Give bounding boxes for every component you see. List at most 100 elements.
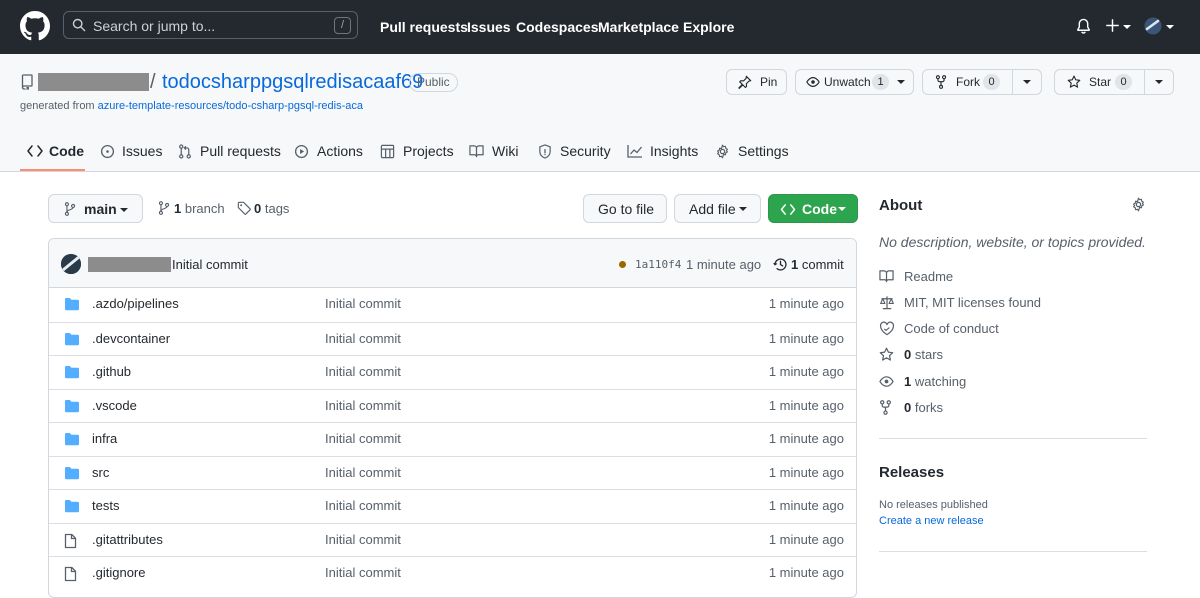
star-chevron-down-icon[interactable] — [1155, 80, 1163, 84]
file-commit-message-link[interactable]: Initial commit — [325, 532, 401, 547]
file-commit-message-link[interactable]: Initial commit — [325, 398, 401, 413]
file-row[interactable]: .devcontainer Initial commit 1 minute ago — [49, 321, 856, 355]
folder-icon — [64, 432, 80, 446]
template-link[interactable]: azure-template-resources/todo-csharp-pgs… — [98, 100, 363, 112]
tab-insights-label: Insights — [650, 143, 699, 159]
file-row[interactable]: .gitignore Initial commit 1 minute ago — [49, 556, 856, 589]
unwatch-button[interactable]: Unwatch 1 — [795, 69, 914, 95]
stars-label: stars — [914, 347, 944, 362]
latest-commit-bar: Initial commit 1a110f4 1 minute ago 1 co… — [49, 239, 856, 288]
tab-issues-label: Issues — [122, 143, 163, 159]
file-name-link[interactable]: src — [92, 465, 109, 480]
tab-pull-requests-label: Pull requests — [200, 143, 281, 159]
github-logo-icon[interactable] — [20, 11, 50, 41]
file-row[interactable]: .vscode Initial commit 1 minute ago — [49, 388, 856, 422]
avatar-menu-chevron-icon[interactable] — [1166, 25, 1174, 29]
fork-label: Fork — [956, 75, 980, 89]
file-row[interactable]: .azdo/pipelines Initial commit 1 minute ag… — [49, 288, 856, 321]
stars-count: 0 — [904, 347, 912, 362]
file-row[interactable]: .github Initial commit 1 minute ago — [49, 355, 856, 388]
tab-pull-requests[interactable]: Pull requests — [178, 142, 281, 172]
tab-wiki-label: Wiki — [492, 143, 519, 159]
commit-count: 1 — [791, 257, 799, 272]
go-to-file-button[interactable]: Go to file — [583, 194, 667, 223]
no-releases-text: No releases published — [879, 499, 988, 511]
commit-message[interactable]: Initial commit — [172, 257, 248, 272]
file-row[interactable]: .gitattributes Initial commit 1 minute ago — [49, 522, 856, 556]
table-icon — [380, 144, 395, 159]
book-icon — [879, 269, 894, 283]
license-label: MIT, MIT licenses found — [904, 295, 1042, 310]
file-name-link[interactable]: .azdo/pipelines — [92, 296, 179, 311]
avatar[interactable] — [1144, 17, 1162, 35]
watching-count: 1 — [904, 374, 912, 389]
commit-sha[interactable]: 1a110f4 — [635, 258, 681, 271]
play-icon — [294, 144, 309, 159]
star-button[interactable]: Star 0 — [1055, 70, 1143, 94]
author-name-redacted[interactable] — [88, 257, 171, 272]
file-row[interactable]: tests Initial commit 1 minute ago — [49, 489, 856, 522]
nav-codespaces[interactable]: Codespaces — [516, 18, 598, 36]
fork-button[interactable]: Fork 0 — [923, 70, 1011, 94]
nav-pull-requests[interactable]: Pull requests — [380, 18, 468, 36]
search-input[interactable]: Search or jump to... / — [63, 11, 358, 39]
book-icon — [469, 144, 484, 158]
fork-icon — [935, 75, 947, 89]
code-icon — [780, 203, 796, 216]
owner-name-redacted[interactable] — [38, 73, 149, 91]
unwatch-label: Unwatch — [824, 75, 871, 89]
plus-icon[interactable] — [1106, 19, 1119, 32]
create-release-link[interactable]: Create a new release — [879, 515, 984, 527]
file-name-link[interactable]: .devcontainer — [92, 331, 170, 346]
file-commit-message-link[interactable]: Initial commit — [325, 498, 401, 513]
tab-insights[interactable]: Insights — [627, 142, 699, 172]
author-avatar[interactable] — [61, 254, 81, 274]
tab-actions[interactable]: Actions — [294, 142, 363, 172]
star-divider — [1144, 70, 1145, 94]
gear-icon — [715, 144, 730, 159]
code-download-button[interactable]: Code — [768, 194, 858, 223]
git-branch-icon — [158, 201, 170, 215]
nav-marketplace[interactable]: Marketplace — [598, 18, 679, 36]
branch-selector[interactable]: main — [48, 194, 143, 223]
file-commit-message-link[interactable]: Initial commit — [325, 331, 401, 346]
add-file-chevron-down-icon — [739, 207, 747, 211]
folder-icon — [64, 399, 80, 413]
tab-code[interactable]: Code — [27, 142, 84, 172]
file-commit-time: 1 minute ago — [768, 364, 844, 379]
pin-button[interactable]: Pin — [726, 69, 787, 95]
add-file-button[interactable]: Add file — [674, 194, 761, 223]
file-commit-time: 1 minute ago — [768, 330, 844, 346]
file-commit-message-link[interactable]: Initial commit — [325, 431, 401, 446]
nav-issues[interactable]: Issues — [467, 18, 511, 36]
file-name-link[interactable]: .vscode — [92, 398, 137, 413]
commit-status-dot[interactable] — [619, 261, 626, 268]
visibility-badge: Public — [409, 73, 458, 92]
tab-security[interactable]: Security — [538, 142, 611, 172]
about-gear-icon[interactable] — [1131, 197, 1146, 212]
tab-projects[interactable]: Projects — [380, 142, 454, 172]
unwatch-chevron-down-icon — [897, 80, 905, 84]
file-row[interactable]: src Initial commit 1 minute ago — [49, 455, 856, 489]
file-name-link[interactable]: .github — [92, 364, 131, 379]
tab-issues[interactable]: Issues — [100, 142, 162, 172]
fork-chevron-down-icon[interactable] — [1023, 80, 1031, 84]
tab-wiki[interactable]: Wiki — [469, 142, 519, 172]
file-commit-message-link[interactable]: Initial commit — [325, 296, 401, 311]
file-icon — [64, 566, 77, 582]
bell-icon[interactable] — [1076, 18, 1091, 35]
file-name-link[interactable]: infra — [92, 431, 117, 446]
repo-name-link[interactable]: todocsharppgsqlredisacaaf69 — [162, 71, 423, 94]
tab-settings[interactable]: Settings — [715, 142, 789, 172]
nav-explore[interactable]: Explore — [683, 18, 734, 36]
releases-heading[interactable]: Releases — [879, 464, 944, 481]
graph-icon — [627, 144, 643, 158]
file-name-link[interactable]: .gitattributes — [92, 532, 163, 547]
watching-label: watching — [914, 374, 967, 389]
file-row[interactable]: infra Initial commit 1 minute ago — [49, 422, 856, 455]
file-name-link[interactable]: tests — [92, 498, 119, 513]
file-commit-message-link[interactable]: Initial commit — [325, 364, 401, 379]
file-commit-message-link[interactable]: Initial commit — [325, 465, 401, 480]
tag-count: 0 — [254, 201, 262, 216]
plus-menu-chevron-icon[interactable] — [1123, 25, 1131, 29]
